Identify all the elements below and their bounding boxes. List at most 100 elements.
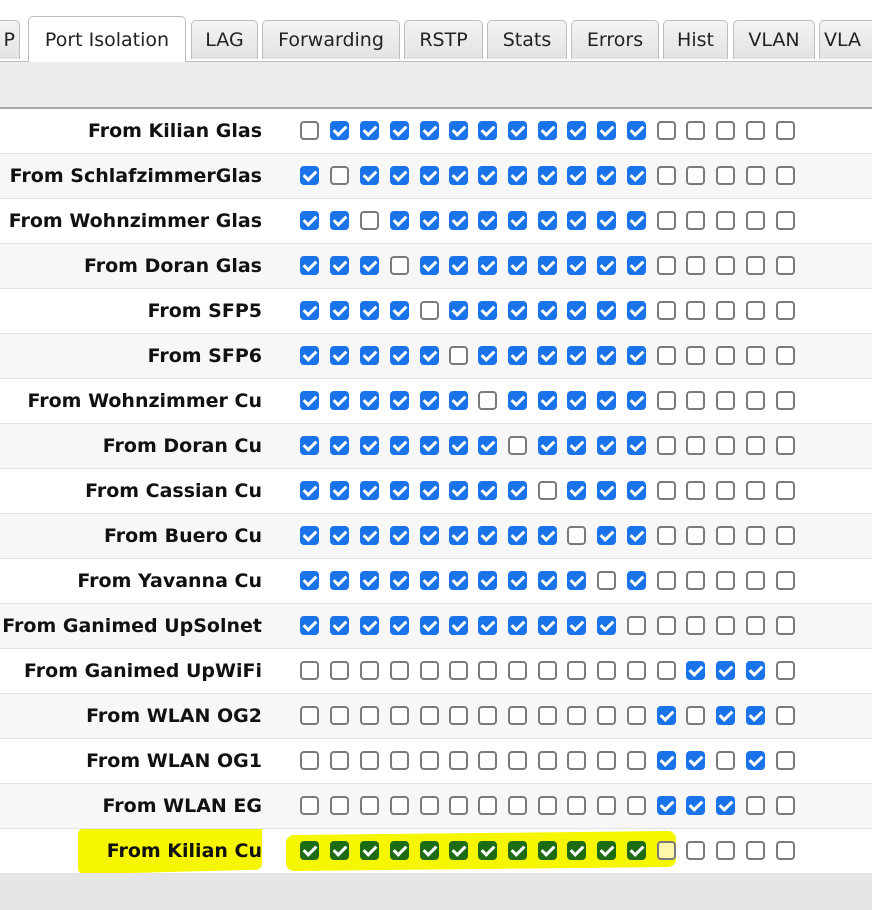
port-checkbox-7[interactable] — [478, 616, 497, 635]
port-checkbox-4[interactable] — [390, 571, 409, 590]
port-checkbox-15[interactable] — [716, 436, 735, 455]
port-checkbox-5[interactable] — [420, 121, 439, 140]
port-checkbox-4[interactable] — [390, 436, 409, 455]
tab-p[interactable]: P — [0, 20, 20, 59]
port-checkbox-4[interactable] — [390, 121, 409, 140]
port-checkbox-7[interactable] — [478, 301, 497, 320]
tab-hist[interactable]: Hist — [663, 20, 728, 59]
port-checkbox-6[interactable] — [449, 166, 468, 185]
port-checkbox-6[interactable] — [449, 301, 468, 320]
port-checkbox-16[interactable] — [746, 706, 765, 725]
port-checkbox-6[interactable] — [449, 481, 468, 500]
port-checkbox-3[interactable] — [360, 346, 379, 365]
port-checkbox-13[interactable] — [657, 661, 676, 680]
port-checkbox-1[interactable] — [300, 616, 319, 635]
port-checkbox-8[interactable] — [508, 706, 527, 725]
port-checkbox-5[interactable] — [420, 751, 439, 770]
port-checkbox-14[interactable] — [686, 481, 705, 500]
port-checkbox-8[interactable] — [508, 346, 527, 365]
port-checkbox-4[interactable] — [390, 256, 409, 275]
port-checkbox-16[interactable] — [746, 301, 765, 320]
port-checkbox-12[interactable] — [627, 211, 646, 230]
port-checkbox-4[interactable] — [390, 796, 409, 815]
port-checkbox-1[interactable] — [300, 706, 319, 725]
port-checkbox-3[interactable] — [360, 706, 379, 725]
port-checkbox-8[interactable] — [508, 571, 527, 590]
port-checkbox-12[interactable] — [627, 616, 646, 635]
port-checkbox-15[interactable] — [716, 346, 735, 365]
port-checkbox-6[interactable] — [449, 346, 468, 365]
port-checkbox-13[interactable] — [657, 481, 676, 500]
port-checkbox-15[interactable] — [716, 796, 735, 815]
port-checkbox-16[interactable] — [746, 436, 765, 455]
tab-stats[interactable]: Stats — [487, 20, 567, 59]
port-checkbox-12[interactable] — [627, 571, 646, 590]
port-checkbox-6[interactable] — [449, 256, 468, 275]
port-checkbox-8[interactable] — [508, 301, 527, 320]
port-checkbox-1[interactable] — [300, 841, 319, 860]
port-checkbox-14[interactable] — [686, 661, 705, 680]
port-checkbox-12[interactable] — [627, 256, 646, 275]
port-checkbox-17[interactable] — [776, 481, 795, 500]
port-checkbox-8[interactable] — [508, 616, 527, 635]
port-checkbox-3[interactable] — [360, 256, 379, 275]
port-checkbox-15[interactable] — [716, 391, 735, 410]
port-checkbox-8[interactable] — [508, 166, 527, 185]
port-checkbox-12[interactable] — [627, 706, 646, 725]
port-checkbox-12[interactable] — [627, 796, 646, 815]
port-checkbox-15[interactable] — [716, 571, 735, 590]
port-checkbox-5[interactable] — [420, 391, 439, 410]
port-checkbox-12[interactable] — [627, 661, 646, 680]
port-checkbox-12[interactable] — [627, 166, 646, 185]
port-checkbox-3[interactable] — [360, 526, 379, 545]
port-checkbox-3[interactable] — [360, 481, 379, 500]
port-checkbox-3[interactable] — [360, 436, 379, 455]
port-checkbox-17[interactable] — [776, 301, 795, 320]
port-checkbox-11[interactable] — [597, 391, 616, 410]
port-checkbox-11[interactable] — [597, 481, 616, 500]
port-checkbox-17[interactable] — [776, 661, 795, 680]
port-checkbox-1[interactable] — [300, 661, 319, 680]
port-checkbox-17[interactable] — [776, 526, 795, 545]
port-checkbox-14[interactable] — [686, 526, 705, 545]
port-checkbox-4[interactable] — [390, 211, 409, 230]
port-checkbox-11[interactable] — [597, 346, 616, 365]
port-checkbox-2[interactable] — [330, 571, 349, 590]
port-checkbox-4[interactable] — [390, 391, 409, 410]
port-checkbox-3[interactable] — [360, 211, 379, 230]
port-checkbox-14[interactable] — [686, 211, 705, 230]
port-checkbox-10[interactable] — [567, 211, 586, 230]
port-checkbox-17[interactable] — [776, 706, 795, 725]
port-checkbox-1[interactable] — [300, 256, 319, 275]
port-checkbox-1[interactable] — [300, 526, 319, 545]
port-checkbox-17[interactable] — [776, 841, 795, 860]
port-checkbox-11[interactable] — [597, 661, 616, 680]
port-checkbox-1[interactable] — [300, 301, 319, 320]
port-checkbox-13[interactable] — [657, 256, 676, 275]
port-checkbox-8[interactable] — [508, 436, 527, 455]
port-checkbox-10[interactable] — [567, 346, 586, 365]
tab-errors[interactable]: Errors — [571, 20, 659, 59]
port-checkbox-12[interactable] — [627, 121, 646, 140]
port-checkbox-10[interactable] — [567, 391, 586, 410]
port-checkbox-12[interactable] — [627, 391, 646, 410]
port-checkbox-13[interactable] — [657, 796, 676, 815]
port-checkbox-9[interactable] — [538, 706, 557, 725]
port-checkbox-17[interactable] — [776, 391, 795, 410]
port-checkbox-8[interactable] — [508, 526, 527, 545]
port-checkbox-1[interactable] — [300, 571, 319, 590]
port-checkbox-7[interactable] — [478, 481, 497, 500]
port-checkbox-7[interactable] — [478, 526, 497, 545]
port-checkbox-1[interactable] — [300, 346, 319, 365]
port-checkbox-17[interactable] — [776, 346, 795, 365]
port-checkbox-14[interactable] — [686, 166, 705, 185]
port-checkbox-9[interactable] — [538, 526, 557, 545]
port-checkbox-11[interactable] — [597, 796, 616, 815]
port-checkbox-15[interactable] — [716, 751, 735, 770]
port-checkbox-5[interactable] — [420, 706, 439, 725]
port-checkbox-11[interactable] — [597, 751, 616, 770]
port-checkbox-10[interactable] — [567, 661, 586, 680]
port-checkbox-2[interactable] — [330, 526, 349, 545]
port-checkbox-15[interactable] — [716, 841, 735, 860]
port-checkbox-14[interactable] — [686, 616, 705, 635]
